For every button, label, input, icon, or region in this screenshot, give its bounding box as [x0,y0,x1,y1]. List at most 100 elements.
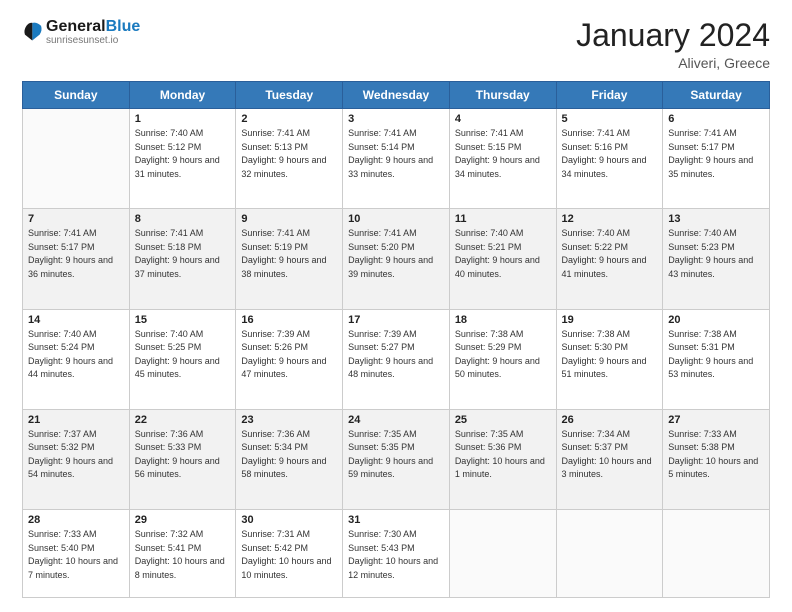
day-number: 24 [348,414,444,426]
day-info: Sunrise: 7:40 AM Sunset: 5:12 PM Dayligh… [135,127,231,181]
daylight-text: Daylight: 9 hours and 41 minutes. [562,254,658,281]
sunrise-text: Sunrise: 7:40 AM [562,227,658,241]
day-number: 29 [135,514,231,526]
day-number: 20 [668,314,764,326]
sunset-text: Sunset: 5:30 PM [562,341,658,355]
sunset-text: Sunset: 5:26 PM [241,341,337,355]
sunset-text: Sunset: 5:23 PM [668,241,764,255]
day-number: 19 [562,314,658,326]
table-row: 9 Sunrise: 7:41 AM Sunset: 5:19 PM Dayli… [236,209,343,309]
daylight-text: Daylight: 9 hours and 50 minutes. [455,355,551,382]
day-number: 6 [668,113,764,125]
table-row: 3 Sunrise: 7:41 AM Sunset: 5:14 PM Dayli… [343,109,450,209]
sunrise-text: Sunrise: 7:36 AM [241,428,337,442]
sunset-text: Sunset: 5:27 PM [348,341,444,355]
header-sunday: Sunday [23,82,130,109]
sunrise-text: Sunrise: 7:41 AM [562,127,658,141]
calendar-week-row: 21 Sunrise: 7:37 AM Sunset: 5:32 PM Dayl… [23,409,770,509]
logo: GeneralBlue sunrisesunset.io [22,18,140,46]
sunset-text: Sunset: 5:33 PM [135,441,231,455]
sunset-text: Sunset: 5:21 PM [455,241,551,255]
month-title: January 2024 [576,18,770,53]
daylight-text: Daylight: 9 hours and 51 minutes. [562,355,658,382]
table-row: 30 Sunrise: 7:31 AM Sunset: 5:42 PM Dayl… [236,510,343,598]
day-number: 3 [348,113,444,125]
sunrise-text: Sunrise: 7:35 AM [348,428,444,442]
day-number: 25 [455,414,551,426]
daylight-text: Daylight: 9 hours and 34 minutes. [562,154,658,181]
daylight-text: Daylight: 9 hours and 38 minutes. [241,254,337,281]
daylight-text: Daylight: 9 hours and 45 minutes. [135,355,231,382]
header-tuesday: Tuesday [236,82,343,109]
day-number: 13 [668,213,764,225]
daylight-text: Daylight: 10 hours and 10 minutes. [241,555,337,582]
table-row: 24 Sunrise: 7:35 AM Sunset: 5:35 PM Dayl… [343,409,450,509]
calendar-table: Sunday Monday Tuesday Wednesday Thursday… [22,81,770,598]
day-number: 16 [241,314,337,326]
sunset-text: Sunset: 5:31 PM [668,341,764,355]
sunset-text: Sunset: 5:20 PM [348,241,444,255]
sunrise-text: Sunrise: 7:41 AM [348,227,444,241]
daylight-text: Daylight: 9 hours and 56 minutes. [135,455,231,482]
day-number: 1 [135,113,231,125]
day-info: Sunrise: 7:35 AM Sunset: 5:36 PM Dayligh… [455,428,551,482]
table-row: 1 Sunrise: 7:40 AM Sunset: 5:12 PM Dayli… [129,109,236,209]
daylight-text: Daylight: 9 hours and 35 minutes. [668,154,764,181]
day-info: Sunrise: 7:41 AM Sunset: 5:15 PM Dayligh… [455,127,551,181]
day-info: Sunrise: 7:35 AM Sunset: 5:35 PM Dayligh… [348,428,444,482]
day-number: 7 [28,213,124,225]
sunrise-text: Sunrise: 7:36 AM [135,428,231,442]
sunset-text: Sunset: 5:13 PM [241,141,337,155]
day-info: Sunrise: 7:41 AM Sunset: 5:20 PM Dayligh… [348,227,444,281]
day-info: Sunrise: 7:38 AM Sunset: 5:31 PM Dayligh… [668,328,764,382]
daylight-text: Daylight: 9 hours and 58 minutes. [241,455,337,482]
day-info: Sunrise: 7:40 AM Sunset: 5:21 PM Dayligh… [455,227,551,281]
sunset-text: Sunset: 5:22 PM [562,241,658,255]
day-number: 28 [28,514,124,526]
table-row: 13 Sunrise: 7:40 AM Sunset: 5:23 PM Dayl… [663,209,770,309]
day-info: Sunrise: 7:38 AM Sunset: 5:30 PM Dayligh… [562,328,658,382]
day-info: Sunrise: 7:33 AM Sunset: 5:38 PM Dayligh… [668,428,764,482]
table-row [449,510,556,598]
table-row [663,510,770,598]
day-info: Sunrise: 7:41 AM Sunset: 5:14 PM Dayligh… [348,127,444,181]
day-number: 14 [28,314,124,326]
day-number: 12 [562,213,658,225]
sunset-text: Sunset: 5:37 PM [562,441,658,455]
sunset-text: Sunset: 5:19 PM [241,241,337,255]
table-row: 11 Sunrise: 7:40 AM Sunset: 5:21 PM Dayl… [449,209,556,309]
sunrise-text: Sunrise: 7:33 AM [28,528,124,542]
table-row: 4 Sunrise: 7:41 AM Sunset: 5:15 PM Dayli… [449,109,556,209]
sunset-text: Sunset: 5:14 PM [348,141,444,155]
day-number: 4 [455,113,551,125]
sunrise-text: Sunrise: 7:30 AM [348,528,444,542]
day-info: Sunrise: 7:34 AM Sunset: 5:37 PM Dayligh… [562,428,658,482]
day-number: 26 [562,414,658,426]
day-number: 31 [348,514,444,526]
sunrise-text: Sunrise: 7:37 AM [28,428,124,442]
sunset-text: Sunset: 5:12 PM [135,141,231,155]
sunrise-text: Sunrise: 7:41 AM [455,127,551,141]
table-row: 2 Sunrise: 7:41 AM Sunset: 5:13 PM Dayli… [236,109,343,209]
header: GeneralBlue sunrisesunset.io January 202… [22,18,770,71]
table-row: 23 Sunrise: 7:36 AM Sunset: 5:34 PM Dayl… [236,409,343,509]
day-number: 17 [348,314,444,326]
day-info: Sunrise: 7:32 AM Sunset: 5:41 PM Dayligh… [135,528,231,582]
daylight-text: Daylight: 9 hours and 59 minutes. [348,455,444,482]
sunrise-text: Sunrise: 7:35 AM [455,428,551,442]
day-info: Sunrise: 7:36 AM Sunset: 5:33 PM Dayligh… [135,428,231,482]
table-row [23,109,130,209]
day-info: Sunrise: 7:40 AM Sunset: 5:25 PM Dayligh… [135,328,231,382]
sunset-text: Sunset: 5:16 PM [562,141,658,155]
table-row: 6 Sunrise: 7:41 AM Sunset: 5:17 PM Dayli… [663,109,770,209]
daylight-text: Daylight: 9 hours and 32 minutes. [241,154,337,181]
daylight-text: Daylight: 9 hours and 53 minutes. [668,355,764,382]
sunrise-text: Sunrise: 7:41 AM [241,227,337,241]
header-thursday: Thursday [449,82,556,109]
table-row [556,510,663,598]
sunset-text: Sunset: 5:18 PM [135,241,231,255]
sunset-text: Sunset: 5:38 PM [668,441,764,455]
day-info: Sunrise: 7:41 AM Sunset: 5:13 PM Dayligh… [241,127,337,181]
day-number: 10 [348,213,444,225]
sunrise-text: Sunrise: 7:40 AM [135,127,231,141]
